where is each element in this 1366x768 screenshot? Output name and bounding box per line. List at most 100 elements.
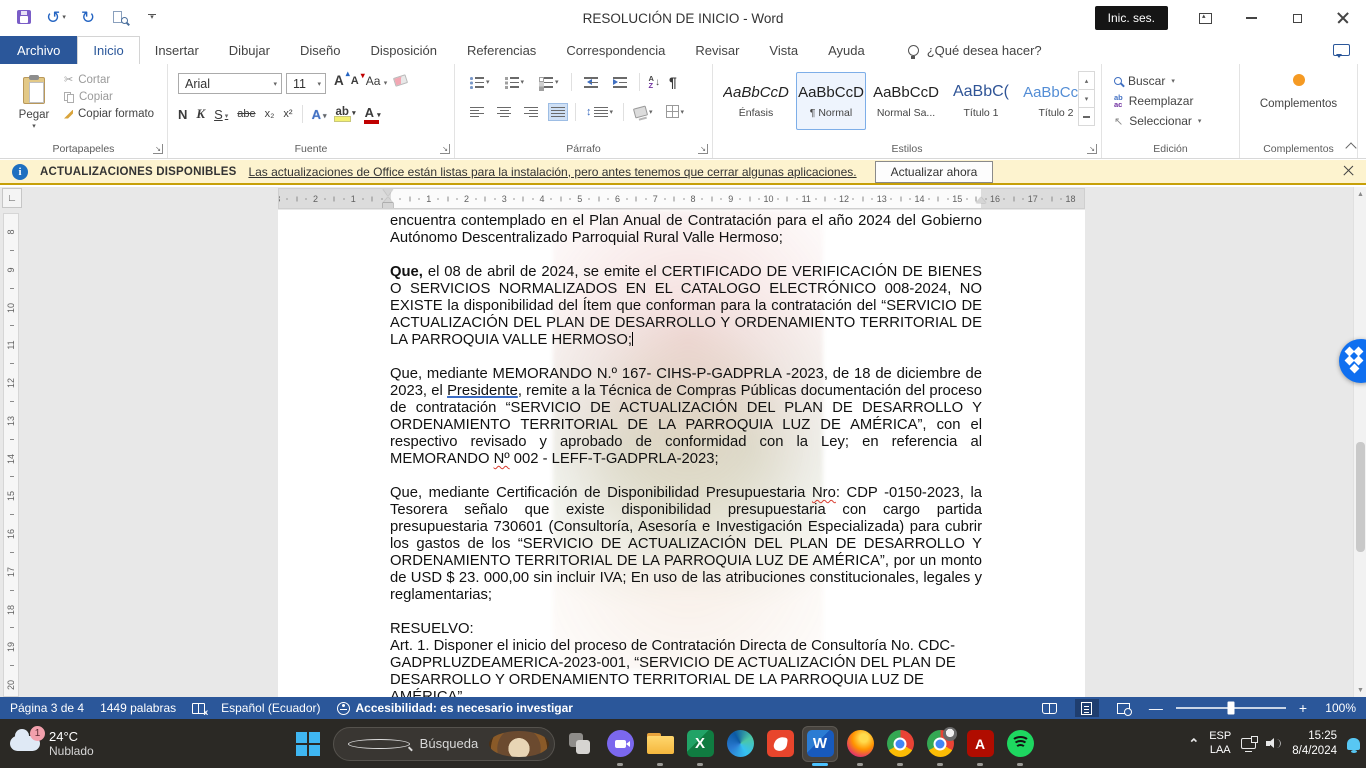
clock[interactable]: 15:25 8/4/2024	[1292, 729, 1337, 759]
print-layout-button[interactable]	[1075, 699, 1099, 717]
highlight-color-button[interactable]: ab ▾	[335, 106, 355, 122]
word-icon[interactable]: W	[800, 721, 840, 767]
copy-button[interactable]: Copiar	[64, 91, 154, 103]
document-page[interactable]: encuentra contemplado en el Plan Anual d…	[278, 210, 1085, 697]
acrobat-icon[interactable]: A	[960, 721, 1000, 767]
update-now-button[interactable]: Actualizar ahora	[875, 161, 994, 183]
left-indent-marker[interactable]	[383, 203, 393, 208]
meet-icon[interactable]	[600, 721, 640, 767]
line-spacing-button[interactable]: ↕▾	[583, 103, 616, 121]
align-center-button[interactable]	[494, 103, 514, 121]
notifications-bell-icon[interactable]	[1347, 738, 1360, 750]
tell-me-button[interactable]: ¿Qué desea hacer?	[908, 36, 1042, 64]
close-button[interactable]	[1320, 0, 1366, 36]
font-color-button[interactable]: A ▾	[365, 105, 381, 124]
find-button[interactable]: Buscar▾	[1114, 74, 1201, 88]
print-preview-button[interactable]	[110, 6, 130, 28]
styles-scroll-down-button[interactable]: ▾	[1078, 89, 1095, 108]
format-painter-button[interactable]: Copiar formato	[64, 108, 154, 120]
clear-formatting-button[interactable]	[393, 74, 408, 87]
styles-expand-button[interactable]	[1078, 107, 1095, 126]
save-button[interactable]	[14, 6, 34, 28]
start-button[interactable]	[288, 721, 328, 767]
style-card[interactable]: AaBbCcDcÉnfasis	[721, 72, 791, 130]
justify-button[interactable]	[548, 103, 568, 121]
cut-button[interactable]: ✂Cortar	[64, 74, 154, 86]
tab-vista[interactable]: Vista	[754, 36, 813, 64]
select-button[interactable]: ↖Seleccionar▾	[1114, 114, 1201, 128]
edge-icon[interactable]	[720, 721, 760, 767]
comments-icon[interactable]	[1333, 44, 1350, 56]
align-right-button[interactable]	[521, 103, 541, 121]
firefox-icon[interactable]	[840, 721, 880, 767]
web-layout-button[interactable]	[1112, 699, 1136, 717]
scroll-up-icon[interactable]: ▲	[1354, 187, 1366, 201]
tab-insertar[interactable]: Insertar	[140, 36, 214, 64]
subscript-button[interactable]: x₂	[265, 108, 275, 120]
tray-overflow-icon[interactable]: ⌃	[1188, 736, 1199, 752]
paste-button[interactable]: Pegar ▾	[8, 72, 60, 142]
paragraph-dialog-launcher[interactable]	[698, 144, 708, 154]
grow-font-button[interactable]: A▴	[334, 73, 344, 88]
strikethrough-button[interactable]: abe	[237, 108, 255, 120]
multilevel-list-button[interactable]: ▾	[536, 73, 562, 91]
foxit-pdf-icon[interactable]	[760, 721, 800, 767]
language-button[interactable]: Español (Ecuador)	[221, 701, 320, 715]
addins-button[interactable]: Complementos	[1240, 74, 1357, 110]
first-line-indent-marker[interactable]	[383, 189, 393, 196]
notice-close-icon[interactable]	[1342, 164, 1356, 178]
zoom-slider[interactable]	[1176, 707, 1286, 709]
undo-button[interactable]: ↺▾	[46, 6, 66, 28]
language-indicator[interactable]: ESP LAA	[1209, 730, 1231, 758]
show-paragraph-marks-button[interactable]: ¶	[669, 74, 677, 90]
tab-disposicion[interactable]: Disposición	[355, 36, 451, 64]
tab-revisar[interactable]: Revisar	[680, 36, 754, 64]
font-dialog-launcher[interactable]	[440, 144, 450, 154]
style-card[interactable]: AaBbC(Título 1	[946, 72, 1016, 130]
chrome-icon[interactable]	[880, 721, 920, 767]
notice-link[interactable]: Las actualizaciones de Office están list…	[248, 165, 856, 179]
spotify-icon[interactable]	[1000, 721, 1040, 767]
superscript-button[interactable]: x²	[283, 108, 292, 120]
numbering-button[interactable]: ▾	[502, 73, 528, 91]
vertical-scrollbar[interactable]: ▲ ▼	[1353, 187, 1366, 697]
read-mode-button[interactable]	[1038, 699, 1062, 717]
collapse-ribbon-button[interactable]	[1347, 141, 1356, 150]
style-card[interactable]: AaBbCcD¶ Normal	[796, 72, 866, 130]
styles-dialog-launcher[interactable]	[1087, 144, 1097, 154]
task-view-icon[interactable]	[560, 721, 600, 767]
style-card[interactable]: AaBbCcDNormal Sa...	[871, 72, 941, 130]
tab-inicio[interactable]: Inicio	[77, 36, 139, 64]
bullets-button[interactable]: ▾	[467, 73, 493, 91]
tab-referencias[interactable]: Referencias	[452, 36, 551, 64]
align-left-button[interactable]	[467, 103, 487, 121]
scrollbar-thumb[interactable]	[1356, 442, 1365, 552]
word-count[interactable]: 1449 palabras	[100, 701, 176, 715]
redo-button[interactable]: ↻	[78, 6, 98, 28]
sort-button[interactable]: AZ↓	[649, 75, 660, 89]
restore-button[interactable]	[1274, 0, 1320, 36]
text-effects-button[interactable]: A▾	[312, 107, 327, 122]
change-case-button[interactable]: Aa ▾	[366, 74, 388, 88]
explorer-icon[interactable]	[640, 721, 680, 767]
scroll-down-icon[interactable]: ▼	[1354, 683, 1366, 697]
ribbon-display-options-button[interactable]	[1182, 0, 1228, 36]
clipboard-dialog-launcher[interactable]	[153, 144, 163, 154]
decrease-indent-button[interactable]	[581, 73, 601, 91]
replace-button[interactable]: abacReemplazar	[1114, 94, 1201, 108]
shading-button[interactable]: ▾	[631, 104, 656, 120]
accessibility-button[interactable]: Accesibilidad: es necesario investigar	[337, 701, 573, 715]
increase-indent-button[interactable]	[610, 73, 630, 91]
zoom-out-button[interactable]: —	[1149, 701, 1163, 715]
underline-button[interactable]: S▾	[214, 107, 228, 122]
zoom-slider-handle[interactable]	[1227, 702, 1234, 715]
font-size-select[interactable]: 11▾	[286, 73, 326, 94]
customize-qat-button[interactable]: ▾	[142, 6, 162, 28]
proofing-button[interactable]: x	[192, 703, 205, 714]
tab-correspondencia[interactable]: Correspondencia	[551, 36, 680, 64]
tab-archivo[interactable]: Archivo	[0, 36, 77, 64]
network-icon[interactable]	[1241, 738, 1256, 749]
weather-widget[interactable]: 1 24°C Nublado	[10, 729, 94, 759]
tab-dibujar[interactable]: Dibujar	[214, 36, 285, 64]
shrink-font-button[interactable]: A▾	[351, 75, 359, 87]
